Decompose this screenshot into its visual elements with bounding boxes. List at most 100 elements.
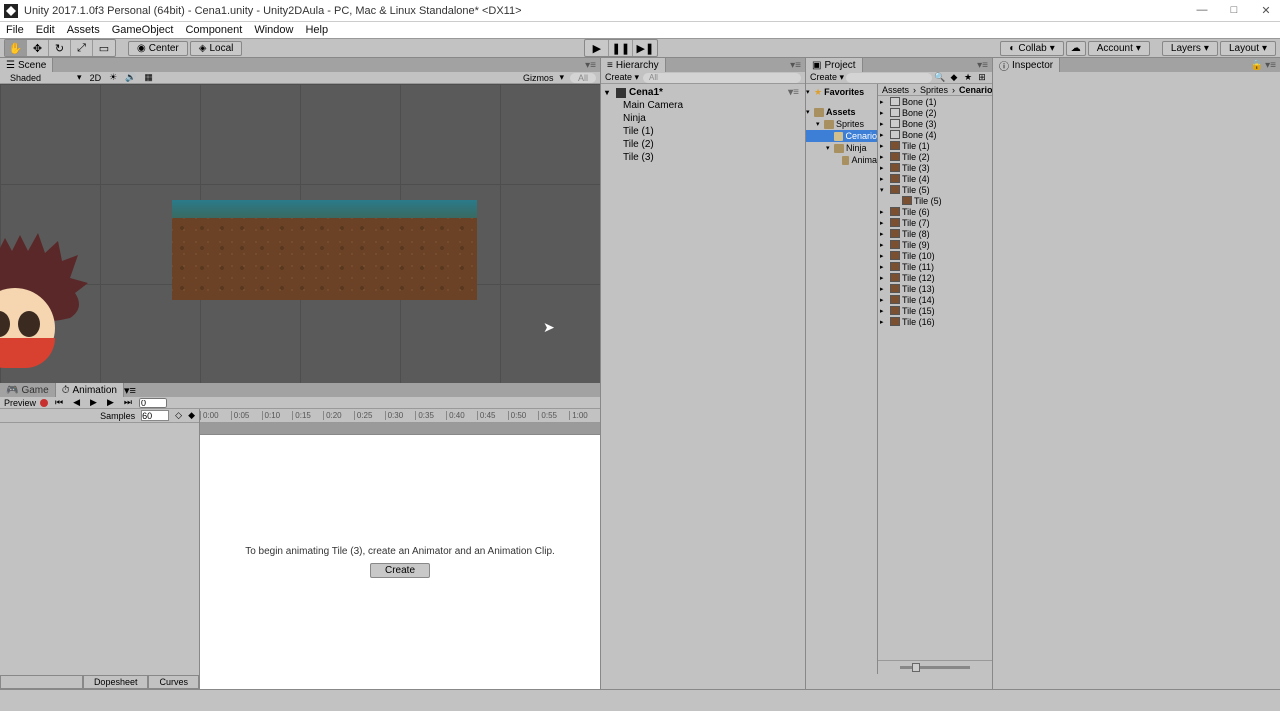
ground-tiles[interactable] — [172, 200, 477, 300]
prev-frame-button[interactable]: ◀ — [70, 397, 83, 408]
favorites-row[interactable]: ▾★Favorites — [806, 86, 877, 98]
asset-item[interactable]: ▸Bone (4) — [878, 129, 992, 140]
assets-folder[interactable]: ▾Assets — [806, 106, 877, 118]
tab-project[interactable]: ▣ Project — [806, 58, 863, 72]
curves-tab[interactable]: Curves — [148, 675, 199, 689]
step-button[interactable]: ▶❚ — [633, 40, 657, 56]
save-search-icon[interactable]: ⊞ — [976, 72, 988, 83]
move-tool[interactable]: ✥ — [27, 40, 49, 56]
menu-edit[interactable]: Edit — [36, 24, 55, 36]
menu-help[interactable]: Help — [305, 24, 328, 36]
asset-item[interactable]: ▸Tile (4) — [878, 173, 992, 184]
hierarchy-item[interactable]: Tile (1) — [601, 125, 805, 138]
shading-dropdown[interactable]: Shaded — [4, 73, 47, 83]
rect-tool[interactable]: ▭ — [93, 40, 115, 56]
pause-button[interactable]: ❚❚ — [609, 40, 633, 56]
asset-item[interactable]: ▸Tile (13) — [878, 283, 992, 294]
asset-item[interactable]: ▸Tile (12) — [878, 272, 992, 283]
add-event-icon[interactable]: ◆ — [188, 410, 195, 421]
asset-item[interactable]: ▸Tile (2) — [878, 151, 992, 162]
asset-item[interactable]: ▸Tile (9) — [878, 239, 992, 250]
ninja-folder[interactable]: ▾Ninja — [806, 142, 877, 154]
layers-button[interactable]: Layers ▾ — [1162, 41, 1218, 56]
fx-toggle-icon[interactable]: ▦ — [144, 72, 153, 83]
cenario-folder[interactable]: Cenario — [806, 130, 877, 142]
hierarchy-search[interactable]: All — [643, 73, 801, 83]
asset-item[interactable]: ▸Tile (16) — [878, 316, 992, 327]
audio-toggle-icon[interactable]: 🔊 — [125, 72, 136, 83]
asset-item[interactable]: Tile (5) — [878, 195, 992, 206]
first-frame-button[interactable]: ⏮ — [52, 397, 66, 408]
lock-icon[interactable]: 🔒 — [1251, 60, 1263, 71]
timeline-ruler[interactable]: 0:000:050:100:150:200:250:300:350:400:45… — [200, 409, 600, 423]
tab-inspector[interactable]: ⓘ Inspector — [993, 58, 1060, 72]
gizmos-dropdown[interactable]: Gizmos — [523, 73, 554, 83]
asset-item[interactable]: ▸Tile (14) — [878, 294, 992, 305]
menu-gameobject[interactable]: GameObject — [112, 24, 174, 36]
panel-options-icon[interactable]: ▾≡ — [1265, 60, 1276, 71]
add-property-icon[interactable]: ◇ — [175, 410, 182, 421]
hierarchy-item[interactable]: Main Camera — [601, 99, 805, 112]
create-animation-button[interactable]: Create — [370, 563, 430, 578]
asset-item[interactable]: ▸Tile (15) — [878, 305, 992, 316]
panel-options-icon[interactable]: ▾≡ — [977, 60, 988, 71]
account-button[interactable]: Account ▾ — [1088, 41, 1150, 56]
close-button[interactable]: ✕ — [1256, 4, 1276, 17]
panel-options-icon[interactable]: ▾≡ — [124, 385, 136, 397]
scene-search[interactable]: All — [570, 73, 596, 83]
asset-item[interactable]: ▸Tile (10) — [878, 250, 992, 261]
filter-type-icon[interactable]: ◆ — [948, 72, 960, 83]
search-filter-icon[interactable]: 🔍 — [934, 72, 946, 83]
pivot-center-toggle[interactable]: ◉ Center — [128, 41, 188, 56]
asset-item[interactable]: ▸Tile (3) — [878, 162, 992, 173]
asset-item[interactable]: ▸Bone (2) — [878, 107, 992, 118]
asset-item[interactable]: ▸Tile (1) — [878, 140, 992, 151]
layout-button[interactable]: Layout ▾ — [1220, 41, 1276, 56]
hierarchy-scene-row[interactable]: ▾Cena1*▾≡ — [601, 86, 805, 99]
project-search[interactable] — [846, 73, 932, 83]
maximize-button[interactable]: □ — [1224, 4, 1244, 17]
asset-item[interactable]: ▸Tile (11) — [878, 261, 992, 272]
asset-item[interactable]: ▸Tile (8) — [878, 228, 992, 239]
tab-hierarchy[interactable]: ≡ Hierarchy — [601, 58, 666, 72]
last-frame-button[interactable]: ⏭ — [121, 397, 135, 408]
menu-assets[interactable]: Assets — [67, 24, 100, 36]
panel-options-icon[interactable]: ▾≡ — [790, 60, 801, 71]
project-create-dropdown[interactable]: Create ▾ — [810, 72, 844, 83]
samples-input[interactable] — [141, 410, 169, 421]
menu-file[interactable]: File — [6, 24, 24, 36]
tab-animation[interactable]: ⏱ Animation — [56, 383, 124, 397]
menu-component[interactable]: Component — [185, 24, 242, 36]
tab-game[interactable]: 🎮 Game — [0, 383, 56, 397]
preview-toggle[interactable]: Preview — [4, 398, 36, 408]
minimize-button[interactable]: — — [1192, 4, 1212, 17]
collab-button[interactable]: ◐ Collab ▾ — [1000, 41, 1063, 56]
asset-item[interactable]: ▸Bone (1) — [878, 96, 992, 107]
hierarchy-item[interactable]: Tile (3) — [601, 151, 805, 164]
2d-toggle[interactable]: 2D — [90, 73, 102, 83]
asset-item[interactable]: ▸Tile (7) — [878, 217, 992, 228]
hierarchy-item[interactable]: Ninja — [601, 112, 805, 125]
asset-item[interactable]: ▾Tile (5) — [878, 184, 992, 195]
sprites-folder[interactable]: ▾Sprites — [806, 118, 877, 130]
scene-viewport[interactable]: ➤ — [0, 84, 600, 383]
frame-input[interactable] — [139, 398, 167, 408]
lighting-toggle-icon[interactable]: ☀ — [109, 72, 117, 83]
cloud-button[interactable]: ☁ — [1066, 41, 1086, 56]
pivot-local-toggle[interactable]: ◈ Local — [190, 41, 243, 56]
hand-tool[interactable]: ✋ — [5, 40, 27, 56]
play-button[interactable]: ▶ — [585, 40, 609, 56]
dopesheet-tab[interactable]: Dopesheet — [83, 675, 149, 689]
anima-folder[interactable]: Anima — [806, 154, 877, 166]
next-frame-button[interactable]: ▶ — [104, 397, 117, 408]
filter-label-icon[interactable]: ★ — [962, 72, 974, 83]
asset-item[interactable]: ▸Bone (3) — [878, 118, 992, 129]
menu-window[interactable]: Window — [254, 24, 293, 36]
project-zoom-slider[interactable] — [878, 660, 992, 674]
panel-options-icon[interactable]: ▾≡ — [585, 60, 596, 71]
tab-scene[interactable]: ☰ Scene — [0, 58, 53, 72]
rotate-tool[interactable]: ↻ — [49, 40, 71, 56]
hierarchy-item[interactable]: Tile (2) — [601, 138, 805, 151]
play-anim-button[interactable]: ▶ — [87, 397, 100, 408]
hierarchy-create-dropdown[interactable]: Create ▾ — [605, 72, 639, 83]
